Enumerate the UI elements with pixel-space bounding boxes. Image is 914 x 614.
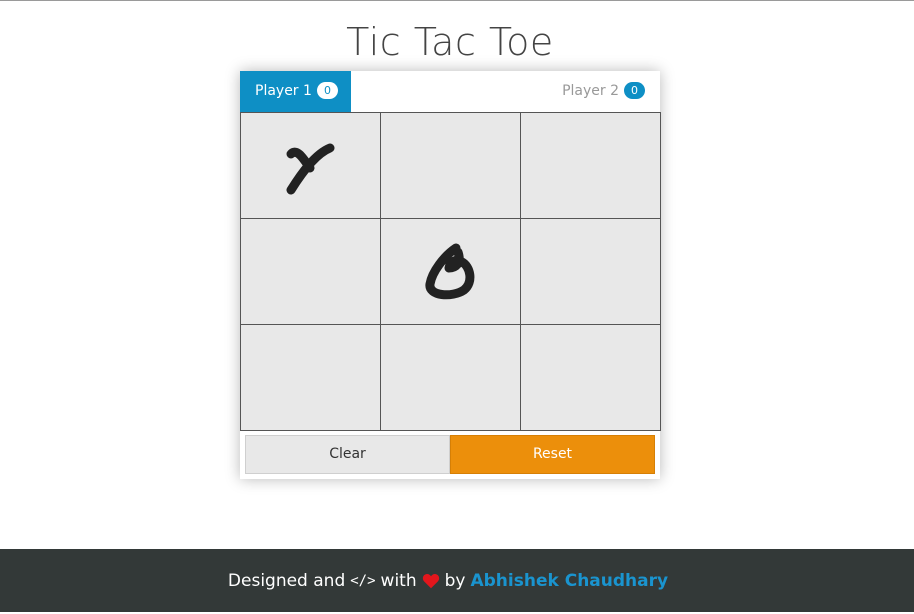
board-cell-1-1[interactable]: O xyxy=(380,218,521,325)
player-1-label: Player 1 xyxy=(255,83,312,99)
board-cell-0-0[interactable]: X xyxy=(240,112,381,219)
footer-with-text: with xyxy=(380,570,417,591)
button-row: Clear Reset xyxy=(245,435,655,474)
clear-button[interactable]: Clear xyxy=(245,435,450,474)
player-2-score-badge: 0 xyxy=(624,81,645,99)
game-board-card: Player 10 Player 20 XO Clear Reset xyxy=(240,71,661,479)
board-cell-2-1[interactable] xyxy=(380,324,521,431)
board-cell-1-0[interactable] xyxy=(240,218,381,325)
o-mark-icon: O xyxy=(422,242,480,302)
player-2-label: Player 2 xyxy=(562,83,619,99)
footer-designed-text: Designed and xyxy=(227,570,346,591)
tic-tac-toe-grid: XO xyxy=(240,112,661,431)
player-1-tab[interactable]: Player 10 xyxy=(240,71,351,112)
code-icon: </> xyxy=(350,572,376,589)
footer-by-text: by xyxy=(444,570,466,591)
player-2-tab[interactable]: Player 2 0 xyxy=(540,71,660,112)
board-cell-0-1[interactable] xyxy=(380,112,521,219)
board-cell-2-2[interactable] xyxy=(520,324,661,431)
board-cell-0-2[interactable] xyxy=(520,112,661,219)
player-bar: Player 10 Player 20 xyxy=(240,71,660,112)
top-border xyxy=(0,0,914,1)
player-1-score-badge: 0 xyxy=(316,81,338,99)
board-cell-2-0[interactable] xyxy=(240,324,381,431)
x-mark-icon: X xyxy=(283,136,339,196)
heart-icon xyxy=(422,573,439,588)
page-title: Tic Tac Toe xyxy=(346,20,554,64)
footer: Designed and </> with by Abhishek Chaudh… xyxy=(0,549,914,612)
author-link[interactable]: Abhishek Chaudhary xyxy=(470,571,668,591)
board-cell-1-2[interactable] xyxy=(520,218,661,325)
reset-button[interactable]: Reset xyxy=(450,435,655,474)
